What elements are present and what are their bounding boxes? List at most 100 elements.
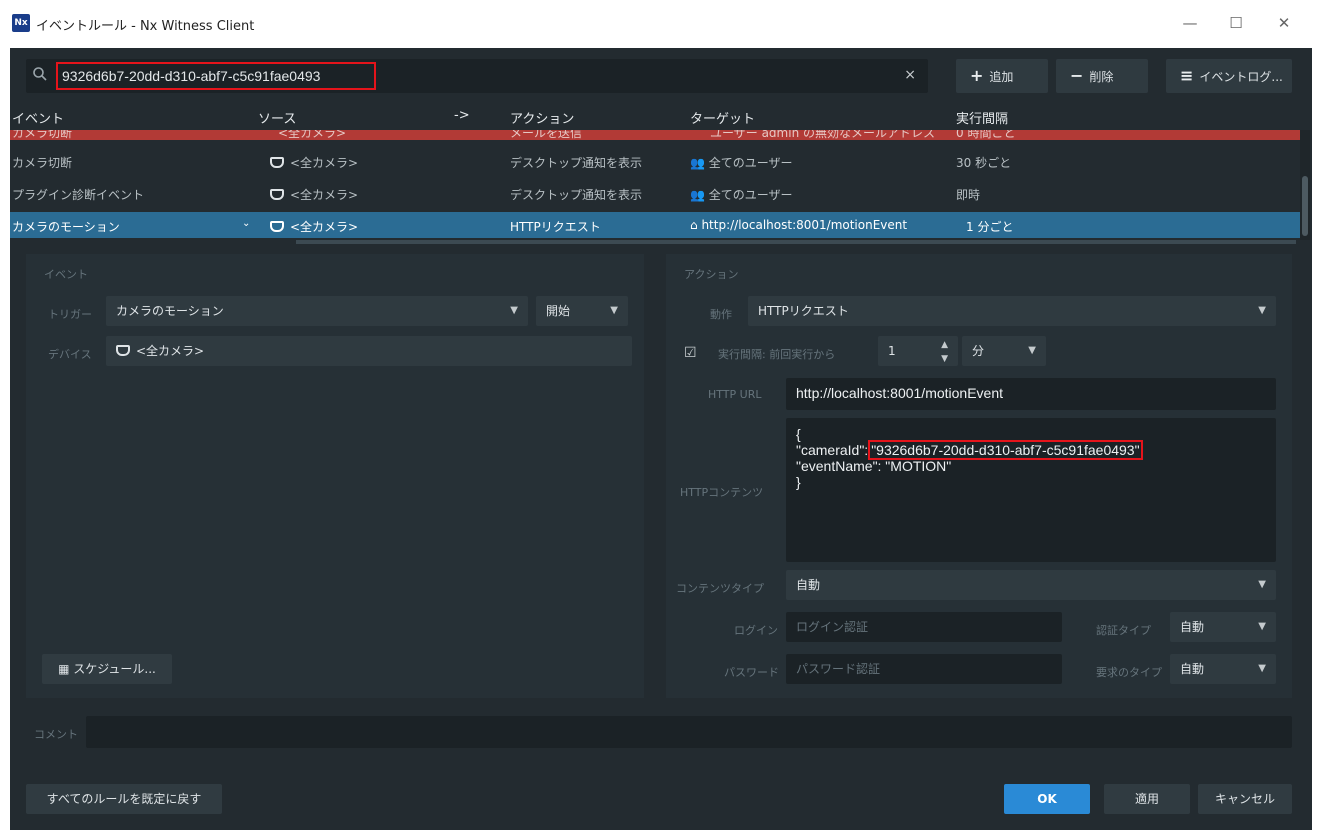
content-type-select[interactable]: 自動 ▼ (786, 570, 1276, 600)
camera-icon (116, 345, 130, 356)
add-button[interactable]: + 追加 (956, 59, 1048, 93)
row-source: <全カメラ> (278, 130, 347, 140)
schedule-button[interactable]: ▦ スケジュール... (42, 654, 172, 684)
content-textarea[interactable]: { "cameraId": "9326d6b7-20dd-d310-abf7-c5… (786, 418, 1276, 562)
password-input[interactable]: パスワード認証 (786, 654, 1062, 684)
comment-input[interactable] (86, 716, 1292, 748)
interval-unit-select[interactable]: 分 ▼ (962, 336, 1046, 366)
action-heading: アクション (684, 268, 739, 281)
table-row[interactable]: カメラ切断 <全カメラ> メールを送信 ユーザー admin の無効なメールアド… (10, 130, 1302, 140)
row-source: <全カメラ> (270, 154, 358, 171)
title-bar: Nx イベントルール - Nx Witness Client — ☐ ✕ (0, 0, 1320, 48)
device-label: デバイス (48, 348, 92, 361)
table-scrollbar[interactable] (1300, 130, 1310, 240)
column-action[interactable]: アクション (510, 108, 574, 127)
table-row-selected[interactable]: カメラのモーション ⌄ <全カメラ> HTTPリクエスト ⌂ http://lo… (10, 212, 1302, 238)
search-icon (33, 67, 47, 81)
action-value: HTTPリクエスト (758, 304, 849, 318)
delete-button[interactable]: − 削除 (1056, 59, 1148, 93)
chevron-down-icon[interactable]: ⌄ (242, 218, 250, 229)
plus-icon: + (970, 66, 984, 85)
maximize-button[interactable]: ☐ (1214, 8, 1258, 38)
auth-type-select[interactable]: 自動 ▼ (1170, 612, 1276, 642)
column-source[interactable]: ソース (258, 108, 296, 127)
row-event: カメラのモーション (12, 220, 120, 234)
action-label: 動作 (710, 308, 732, 321)
delete-label: 削除 (1089, 70, 1114, 84)
content-label: HTTPコンテンツ (680, 486, 764, 499)
horizontal-scrollbar[interactable] (296, 240, 1296, 244)
app-logo-icon: Nx (12, 14, 30, 32)
row-source-label: <全カメラ> (290, 188, 359, 202)
event-log-label: イベントログ... (1199, 70, 1283, 84)
window-title: イベントルール - Nx Witness Client (36, 19, 255, 34)
interval-spinbox[interactable]: 1 ▲ ▼ (878, 336, 958, 366)
auth-type-value: 自動 (1180, 620, 1205, 634)
row-source-label: <全カメラ> (290, 156, 359, 170)
url-input[interactable]: http://localhost:8001/motionEvent (786, 378, 1276, 410)
login-input[interactable]: ログイン認証 (786, 612, 1062, 642)
device-select[interactable]: <全カメラ> (106, 336, 632, 366)
row-interval: 30 秒ごと (956, 156, 1012, 170)
row-event: カメラ切断 (12, 156, 73, 170)
content-line: "cameraId": "9326d6b7-20dd-d310-abf7-c5c9… (796, 440, 1276, 460)
scrollbar-thumb[interactable] (1302, 176, 1308, 236)
list-icon: ≡ (1180, 66, 1194, 85)
request-type-label: 要求のタイプ (1096, 666, 1162, 679)
content-type-label: コンテンツタイプ (676, 582, 764, 595)
cancel-button[interactable]: キャンセル (1198, 784, 1292, 814)
column-interval[interactable]: 実行間隔 (956, 108, 1008, 127)
minimize-button[interactable]: — (1168, 8, 1212, 38)
row-source-label: <全カメラ> (290, 220, 359, 234)
table-row[interactable]: カメラ切断 <全カメラ> デスクトップ通知を表示 👥 全てのユーザー 30 秒ご… (10, 148, 1302, 174)
request-type-value: 自動 (1180, 662, 1205, 676)
camera-icon (270, 157, 284, 168)
camera-icon (270, 189, 284, 200)
trigger-select[interactable]: カメラのモーション ▼ (106, 296, 528, 326)
action-select[interactable]: HTTPリクエスト ▼ (748, 296, 1276, 326)
apply-button[interactable]: 適用 (1104, 784, 1190, 814)
reset-rules-button[interactable]: すべてのルールを既定に戻す (26, 784, 222, 814)
chevron-down-icon: ▼ (510, 305, 518, 316)
row-source: <全カメラ> (270, 218, 358, 235)
users-icon: 👥 (690, 188, 709, 202)
clear-search-button[interactable]: × (904, 67, 916, 83)
minus-icon: − (1070, 66, 1084, 85)
chevron-down-icon: ▼ (1258, 663, 1266, 674)
add-label: 追加 (989, 70, 1014, 84)
calendar-icon: ▦ (58, 662, 74, 676)
content-line: } (796, 474, 801, 490)
schedule-label: スケジュール... (73, 662, 156, 676)
column-event[interactable]: イベント (12, 108, 64, 127)
request-type-select[interactable]: 自動 ▼ (1170, 654, 1276, 684)
interval-value: 1 (888, 344, 896, 358)
row-target-label: http://localhost:8001/motionEvent (701, 218, 908, 232)
camera-id-highlight: "9326d6b7-20dd-d310-abf7-c5c91fae0493" (868, 440, 1143, 460)
content-line: "eventName": "MOTION" (796, 458, 952, 474)
row-event: プラグイン診断イベント (12, 188, 145, 202)
event-log-button[interactable]: ≡ イベントログ... (1166, 59, 1292, 93)
close-button[interactable]: ✕ (1262, 8, 1306, 38)
search-input[interactable] (56, 62, 376, 90)
row-interval: 即時 (956, 188, 981, 202)
row-target-label: 全てのユーザー (708, 188, 793, 202)
row-event: カメラ切断 (12, 130, 73, 140)
login-label: ログイン (734, 624, 778, 637)
row-target-label: 全てのユーザー (708, 156, 793, 170)
trigger-label: トリガー (48, 308, 92, 321)
row-action: HTTPリクエスト (510, 220, 601, 234)
state-select[interactable]: 開始 ▼ (536, 296, 628, 326)
interval-checkbox[interactable]: ☑ (684, 345, 697, 361)
trigger-value: カメラのモーション (116, 304, 224, 318)
comment-label: コメント (34, 728, 78, 741)
http-icon: ⌂ (690, 218, 702, 232)
chevron-down-icon: ▼ (610, 305, 618, 316)
url-label: HTTP URL (708, 388, 762, 401)
row-target: ユーザー admin の無効なメールアドレス (710, 130, 935, 140)
column-target[interactable]: ターゲット (690, 108, 755, 127)
auth-type-label: 認証タイプ (1096, 624, 1151, 637)
spin-arrows-icon[interactable]: ▲ ▼ (941, 338, 948, 366)
table-row[interactable]: プラグイン診断イベント <全カメラ> デスクトップ通知を表示 👥 全てのユーザー… (10, 180, 1302, 206)
ok-button[interactable]: OK (1004, 784, 1090, 814)
row-source: <全カメラ> (270, 186, 358, 203)
